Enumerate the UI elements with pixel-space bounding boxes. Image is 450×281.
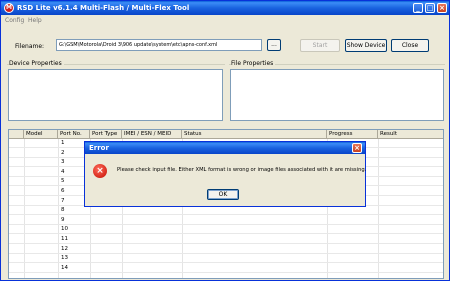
main-window: M RSD Lite v6.1.4 Multi-Flash / Multi-Fl…	[0, 0, 450, 281]
column-header-port-type[interactable]: Port Type	[90, 130, 122, 139]
port-number-cell: 12	[61, 245, 68, 252]
dialog-title-bar[interactable]: Error ×	[85, 142, 365, 154]
column-header-port-no[interactable]: Port No.	[58, 130, 90, 139]
filename-field[interactable]: G:\GSM\Motorola\Droid 3\906 update\syste…	[56, 39, 262, 51]
filename-label: Filename:	[15, 43, 45, 50]
close-window-button[interactable]: ×	[437, 3, 447, 13]
column-header-imei[interactable]: IMEI / ESN / MEID	[122, 130, 182, 139]
dialog-message: Please check input file. Either XML form…	[117, 167, 367, 173]
table-row[interactable]: 8	[9, 206, 443, 216]
file-properties-panel	[230, 69, 444, 121]
start-button[interactable]: Start	[300, 39, 340, 52]
maximize-button[interactable]: □	[425, 3, 435, 13]
port-number-cell: 4	[61, 168, 65, 175]
column-header-status[interactable]: Status	[182, 130, 327, 139]
port-number-cell: 8	[61, 207, 65, 214]
menu-bar: Config Help	[1, 15, 449, 26]
title-bar[interactable]: M RSD Lite v6.1.4 Multi-Flash / Multi-Fl…	[1, 1, 449, 15]
port-number-cell: 6	[61, 188, 65, 194]
close-button[interactable]: Close	[391, 39, 429, 52]
column-header-model[interactable]: Model	[24, 130, 58, 139]
device-properties-panel	[8, 69, 223, 121]
menu-help[interactable]: Help	[28, 17, 42, 24]
table-row[interactable]: 11	[9, 235, 443, 244]
port-number-cell: 7	[61, 197, 65, 204]
browse-button[interactable]: ...	[267, 39, 281, 51]
show-device-button[interactable]: Show Device	[345, 39, 387, 52]
error-dialog: Error × × Please check input file. Eithe…	[84, 141, 366, 207]
dialog-close-button[interactable]: ×	[352, 143, 362, 153]
port-number-cell: 5	[61, 178, 65, 185]
window-title: RSD Lite v6.1.4 Multi-Flash / Multi-Flex…	[17, 4, 190, 12]
table-row[interactable]: 10	[9, 225, 443, 235]
grid-header: Model Port No. Port Type IMEI / ESN / ME…	[9, 130, 443, 139]
port-number-cell: 14	[61, 264, 68, 271]
table-row[interactable]: 9	[9, 216, 443, 225]
table-row[interactable]: 14	[9, 264, 443, 273]
file-properties-title: File Properties	[231, 60, 276, 67]
motorola-logo-icon: M	[4, 3, 14, 13]
column-header-select[interactable]	[9, 130, 24, 139]
error-icon: ×	[93, 164, 107, 178]
port-number-cell: 10	[61, 226, 68, 233]
table-row[interactable]: 13	[9, 254, 443, 264]
dialog-title: Error	[89, 144, 109, 152]
device-properties-title: Device Properties	[9, 60, 64, 67]
port-number-cell: 1	[61, 140, 65, 146]
port-number-cell: 9	[61, 216, 65, 223]
ok-button[interactable]: OK	[207, 189, 239, 200]
minimize-button[interactable]: _	[413, 3, 423, 13]
port-number-cell: 3	[61, 159, 65, 166]
port-number-cell: 2	[61, 149, 65, 156]
menu-config[interactable]: Config	[5, 17, 24, 24]
port-number-cell: 11	[61, 236, 68, 242]
column-header-result[interactable]: Result	[378, 130, 443, 139]
port-number-cell: 13	[61, 255, 68, 262]
column-header-progress[interactable]: Progress	[327, 130, 378, 139]
table-row[interactable]: 12	[9, 245, 443, 254]
